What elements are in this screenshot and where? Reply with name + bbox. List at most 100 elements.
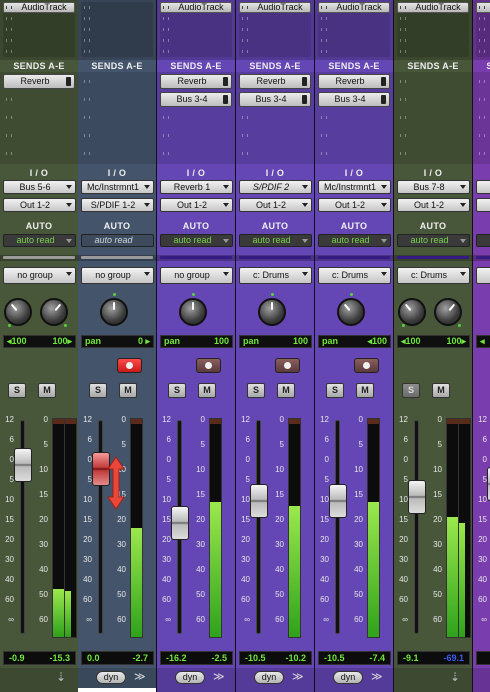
insert-slot[interactable] xyxy=(397,24,469,35)
send-slot[interactable] xyxy=(239,146,311,161)
output-selector[interactable]: Out 1-2 xyxy=(3,198,76,212)
pan-knob[interactable] xyxy=(337,298,365,326)
insert-slot[interactable] xyxy=(3,35,75,46)
fast-forward-icon[interactable]: ≫ xyxy=(134,671,146,683)
output-selector[interactable]: O xyxy=(476,198,490,212)
output-selector[interactable]: Out 1-2 xyxy=(160,198,233,212)
volume-fader[interactable] xyxy=(250,484,268,519)
volume-fader[interactable] xyxy=(171,505,189,540)
group-selector[interactable] xyxy=(476,267,490,284)
dynamics-button[interactable]: dyn xyxy=(333,671,363,684)
fast-forward-icon[interactable]: ≫ xyxy=(292,671,304,683)
record-enable-button[interactable] xyxy=(196,358,221,373)
send-slot[interactable] xyxy=(397,74,469,89)
solo-button[interactable]: S xyxy=(89,383,107,398)
input-selector[interactable]: S/PDIF 2 xyxy=(239,180,312,194)
send-slot[interactable] xyxy=(397,146,469,161)
insert-slot[interactable]: AudioTrack xyxy=(3,2,75,13)
insert-slot[interactable]: AudioTrack xyxy=(239,2,311,13)
insert-slot[interactable] xyxy=(397,46,469,57)
send-slot[interactable] xyxy=(318,146,390,161)
insert-slot[interactable] xyxy=(476,13,490,24)
record-enable-button[interactable] xyxy=(117,358,142,373)
insert-slot[interactable] xyxy=(318,35,390,46)
insert-slot[interactable] xyxy=(239,13,311,24)
automation-mode-selector[interactable]: auto read xyxy=(397,234,470,247)
dynamics-button[interactable]: dyn xyxy=(254,671,284,684)
solo-button[interactable]: S xyxy=(168,383,186,398)
send-slot[interactable] xyxy=(3,146,75,161)
insert-slot[interactable] xyxy=(160,13,232,24)
insert-slot[interactable] xyxy=(397,35,469,46)
send-slot[interactable] xyxy=(81,110,153,125)
fast-forward-icon[interactable]: ≫ xyxy=(371,671,383,683)
send-slot[interactable]: Reverb xyxy=(160,74,232,89)
group-selector[interactable]: no group xyxy=(81,267,154,284)
send-slot[interactable] xyxy=(160,110,232,125)
mute-button[interactable]: M xyxy=(38,383,56,398)
insert-slot[interactable]: AudioTrack xyxy=(160,2,232,13)
send-slot[interactable] xyxy=(318,110,390,125)
group-selector[interactable]: no group xyxy=(3,267,76,284)
insert-slot[interactable] xyxy=(318,24,390,35)
insert-slot[interactable] xyxy=(476,24,490,35)
insert-slot[interactable] xyxy=(81,24,153,35)
insert-slot[interactable] xyxy=(318,46,390,57)
pan-knob[interactable] xyxy=(179,298,207,326)
send-slot[interactable]: Bus 3-4 xyxy=(160,92,232,107)
input-selector[interactable]: Bus 7-8 xyxy=(397,180,470,194)
insert-slot[interactable] xyxy=(160,46,232,57)
dynamics-button[interactable]: dyn xyxy=(175,671,205,684)
insert-slot[interactable] xyxy=(3,13,75,24)
solo-button[interactable]: S xyxy=(8,383,26,398)
insert-slot[interactable] xyxy=(81,13,153,24)
insert-slot[interactable] xyxy=(239,35,311,46)
input-selector[interactable]: Mc/Instrmnt1 xyxy=(318,180,391,194)
mute-button[interactable]: M xyxy=(356,383,374,398)
insert-slot[interactable] xyxy=(160,35,232,46)
send-slot[interactable] xyxy=(476,110,490,125)
solo-button[interactable]: S xyxy=(326,383,344,398)
send-slot[interactable] xyxy=(397,110,469,125)
send-slot[interactable]: Reverb xyxy=(3,74,75,89)
send-slot[interactable] xyxy=(81,146,153,161)
record-enable-button[interactable] xyxy=(354,358,379,373)
group-selector[interactable]: c: Drums xyxy=(239,267,312,284)
insert-slot[interactable] xyxy=(239,46,311,57)
input-selector[interactable]: Bus 5-6 xyxy=(3,180,76,194)
insert-slot[interactable] xyxy=(239,24,311,35)
send-slot[interactable] xyxy=(476,74,490,89)
insert-slot[interactable]: AudioTrack xyxy=(318,2,390,13)
send-slot[interactable] xyxy=(81,92,153,107)
output-selector[interactable]: Out 1-2 xyxy=(318,198,391,212)
arrow-down-icon[interactable]: ⇣ xyxy=(56,670,66,684)
send-slot[interactable] xyxy=(3,128,75,143)
send-slot[interactable] xyxy=(476,92,490,107)
insert-slot[interactable] xyxy=(81,2,153,13)
send-slot[interactable] xyxy=(239,110,311,125)
send-slot[interactable]: Reverb xyxy=(318,74,390,89)
send-slot[interactable] xyxy=(81,128,153,143)
automation-mode-selector[interactable]: auto read xyxy=(160,234,233,247)
pan-knob-right[interactable] xyxy=(40,298,68,326)
volume-fader[interactable] xyxy=(329,484,347,519)
insert-slot[interactable] xyxy=(476,35,490,46)
insert-slot[interactable] xyxy=(81,46,153,57)
automation-mode-selector[interactable]: auto read xyxy=(318,234,391,247)
solo-button[interactable]: S xyxy=(247,383,265,398)
insert-slot[interactable]: AudioTrack xyxy=(397,2,469,13)
pan-knob[interactable] xyxy=(258,298,286,326)
send-slot[interactable] xyxy=(160,128,232,143)
pan-knob-right[interactable] xyxy=(434,298,462,326)
pan-knob-left[interactable] xyxy=(398,298,426,326)
group-selector[interactable]: c: Drums xyxy=(397,267,470,284)
group-selector[interactable]: c: Drums xyxy=(318,267,391,284)
send-slot[interactable] xyxy=(160,146,232,161)
dynamics-button[interactable]: dyn xyxy=(96,671,126,684)
send-slot[interactable] xyxy=(397,92,469,107)
insert-slot[interactable] xyxy=(476,46,490,57)
mute-button[interactable]: M xyxy=(119,383,137,398)
volume-fader[interactable] xyxy=(408,480,426,515)
pan-knob[interactable] xyxy=(100,298,128,326)
insert-slot[interactable] xyxy=(3,24,75,35)
